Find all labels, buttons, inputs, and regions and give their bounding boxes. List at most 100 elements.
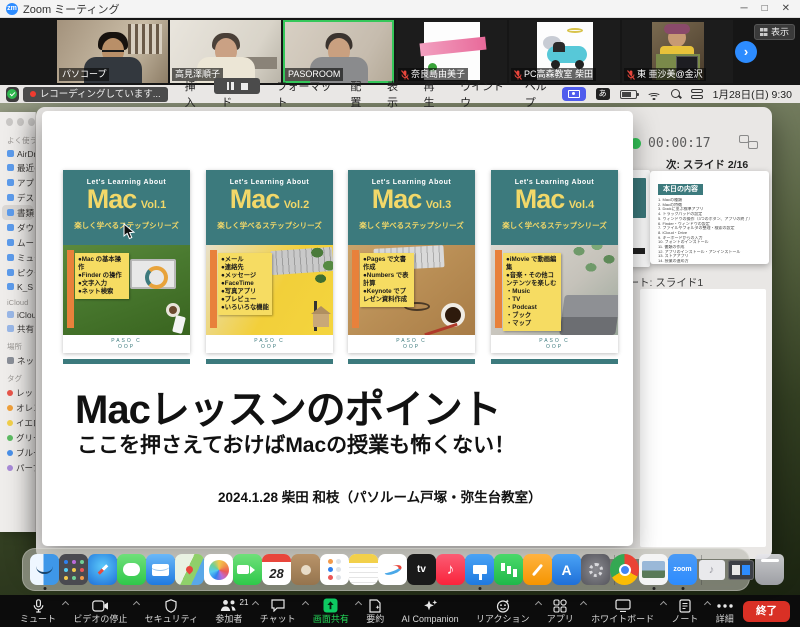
sidebar-tag-yellow[interactable]: イエロー	[0, 415, 35, 430]
dock-preview-icon[interactable]	[639, 550, 668, 590]
sidebar-item-applications[interactable]: アプリケーション	[0, 175, 35, 190]
minimize-button[interactable]: ─	[740, 3, 747, 14]
participant-video[interactable]: 高見澤順子	[170, 20, 281, 83]
dock-downloads-icon[interactable]	[726, 550, 755, 590]
sidebar-item-pictures[interactable]: ピクチャ	[0, 265, 35, 280]
sidebar-tag-green[interactable]: グリーン	[0, 430, 35, 445]
participants-button[interactable]: 参加者 21	[207, 598, 250, 624]
notes-button[interactable]: ノート	[663, 598, 706, 624]
cover-topics-note: ●メール●連絡先 ●メッセージ●FaceTime ●写真アプリ●プレビュー ●い…	[218, 253, 272, 315]
menu-view[interactable]: 表示	[378, 78, 415, 110]
menu-play[interactable]: 再生	[415, 78, 452, 110]
finder-section-header: タグ	[0, 368, 35, 385]
dock-reminders-icon[interactable]	[320, 550, 349, 590]
pause-recording-button[interactable]	[227, 82, 234, 90]
menu-arrange[interactable]: 配置	[341, 78, 378, 110]
dock-photos-icon[interactable]	[204, 550, 233, 590]
dock-messages-icon[interactable]	[117, 550, 146, 590]
share-screen-button[interactable]: 画面共有	[305, 598, 357, 624]
dock-launchpad-icon[interactable]	[59, 550, 88, 590]
stop-recording-button[interactable]	[241, 83, 248, 90]
presenter-notes-area[interactable]	[640, 289, 766, 547]
spotlight-icon[interactable]	[671, 89, 681, 99]
next-page-button[interactable]: ›	[735, 41, 757, 63]
dock-facetime-icon[interactable]	[233, 550, 262, 590]
dock-notes-icon[interactable]	[349, 550, 378, 590]
sidebar-item-music[interactable]: ミュージック	[0, 250, 35, 265]
control-center-icon[interactable]	[691, 89, 703, 99]
dock-contacts-icon[interactable]	[291, 550, 320, 590]
sidebar-item-downloads[interactable]: ダウンロード	[0, 220, 35, 235]
sidebar-item-recents[interactable]: 最近の項目	[0, 160, 35, 175]
dock-settings-icon[interactable]	[581, 550, 610, 590]
screen-share-indicator-icon[interactable]	[562, 87, 586, 101]
summary-button[interactable]: 要約	[358, 598, 392, 624]
menu-help[interactable]: ヘルプ	[516, 78, 562, 110]
dock-appstore-icon[interactable]: A	[552, 550, 581, 590]
dock-music-icon[interactable]: ♪	[436, 550, 465, 590]
more-button[interactable]: 詳細	[708, 598, 742, 624]
chat-button[interactable]: チャット	[252, 598, 304, 624]
participant-video[interactable]: PC高森教室 柴田	[509, 20, 620, 83]
dock-trash-icon[interactable]	[755, 550, 784, 590]
dock-keynote-icon[interactable]	[465, 550, 494, 590]
presenter-layout-icon[interactable]	[739, 135, 758, 149]
ai-companion-button[interactable]: AI Companion	[394, 598, 467, 624]
view-button[interactable]: 表示	[754, 24, 795, 40]
publisher-logo: PASO COOP	[109, 338, 145, 350]
participant-video-active-speaker[interactable]: PASOROOM	[283, 20, 394, 83]
next-slide-preview[interactable]: 本日の内容 1. Macの種類 2. Macの特徴 3. Dockに並ぶ標準アプ…	[650, 171, 769, 264]
ime-input-icon[interactable]: あ	[596, 88, 610, 100]
dock-numbers-icon[interactable]	[494, 550, 523, 590]
sidebar-item-desktop[interactable]: デスクトップ	[0, 190, 35, 205]
sidebar-item-movies[interactable]: ムービー	[0, 235, 35, 250]
menu-bar-clock[interactable]: 1月28日(日) 9:30	[713, 87, 792, 102]
dock-pages-icon[interactable]	[523, 550, 552, 590]
menu-format[interactable]: フォーマット	[267, 78, 341, 110]
whiteboard-button[interactable]: ホワイトボード	[583, 598, 662, 624]
dock-zoom-icon[interactable]: zoom	[668, 550, 697, 590]
sidebar-item-network[interactable]: ネットワーク	[0, 353, 35, 368]
sidebar-tag-purple[interactable]: パープル	[0, 460, 35, 475]
menu-window[interactable]: ウインドウ	[451, 78, 516, 110]
sidebar-item-documents[interactable]: 書類	[2, 205, 33, 220]
reactions-button[interactable]: リアクション	[468, 598, 538, 624]
button-label: 参加者	[215, 614, 242, 624]
dock-mail-icon[interactable]	[146, 550, 175, 590]
sidebar-item-airdrop[interactable]: AirDrop	[0, 147, 35, 160]
participant-video[interactable]: 奈良島由美子	[396, 20, 507, 83]
dock-maps-icon[interactable]	[175, 550, 204, 590]
menu-slide[interactable]: スライド	[212, 78, 267, 110]
sidebar-tag-red[interactable]: レッド	[0, 385, 35, 400]
chat-bubble-icon	[271, 599, 285, 612]
dock: 28 tv ♪ A zoom ♪	[22, 548, 750, 591]
dock-chrome-icon[interactable]	[610, 550, 639, 590]
dock-safari-icon[interactable]	[88, 550, 117, 590]
sticky-strip	[352, 250, 359, 328]
sidebar-tag-orange[interactable]: オレンジ	[0, 400, 35, 415]
sidebar-item-shared[interactable]: 共有	[0, 321, 35, 336]
cover-topics-note: ●Mac の基本操作●Finder の操作 ●文字入力●ネット検索	[75, 253, 129, 299]
dock-appletv-icon[interactable]: tv	[407, 550, 436, 590]
sidebar-item-icloud-drive[interactable]: iCloud Drive	[0, 308, 35, 321]
sidebar-tag-blue[interactable]: ブルー	[0, 445, 35, 460]
sidebar-item-folder[interactable]: K_S	[0, 280, 35, 293]
close-button[interactable]: ✕	[782, 3, 790, 14]
apps-button[interactable]: アプリ	[539, 598, 582, 624]
maximize-button[interactable]: □	[762, 3, 768, 14]
stop-video-button[interactable]: ビデオの停止	[65, 598, 135, 624]
video-strip: パソコープ 高見澤順子 PASOROOM 奈良島由美子	[0, 18, 800, 85]
participant-video[interactable]: 東 亜沙美@金沢	[622, 20, 733, 83]
dock-finder-icon[interactable]	[30, 550, 59, 590]
security-button[interactable]: セキュリティ	[137, 598, 206, 624]
dock-music-folder-icon[interactable]: ♪	[697, 550, 726, 590]
window-traffic-lights[interactable]	[0, 112, 35, 130]
participant-video[interactable]: パソコープ	[57, 20, 168, 83]
button-label: ホワイトボード	[591, 614, 654, 624]
wifi-icon[interactable]	[647, 89, 661, 100]
dock-calendar-icon[interactable]: 28	[262, 550, 291, 590]
dock-freeform-icon[interactable]	[378, 550, 407, 590]
mute-button[interactable]: ミュート	[12, 598, 64, 624]
menu-insert[interactable]: 挿入	[176, 78, 213, 110]
leave-meeting-button[interactable]: 終了	[743, 601, 790, 622]
